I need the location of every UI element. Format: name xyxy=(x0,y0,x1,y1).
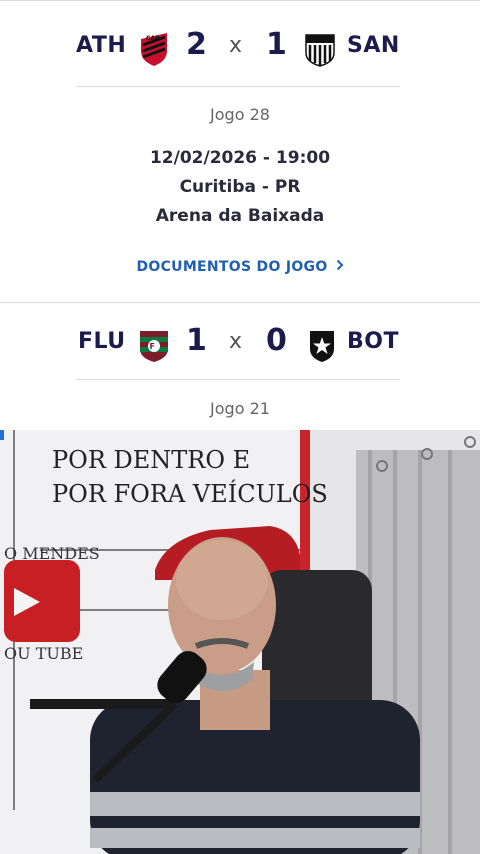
home-score: 1 xyxy=(186,323,207,358)
banner-line-2: POR FORA VEÍCULOS xyxy=(52,480,328,508)
scoreboard: FLU F 1 x 0 BOT xyxy=(0,315,480,375)
score-separator: x xyxy=(229,329,243,354)
match-city: Curitiba - PR xyxy=(179,177,301,197)
banner-side-text-1: O MENDES xyxy=(4,544,100,563)
game-number: Jogo 28 xyxy=(210,105,270,124)
scoreboard: ATH CAP 2 x 1 SAN xyxy=(0,19,480,79)
home-score: 2 xyxy=(186,27,207,62)
match-stadium: Arena da Baixada xyxy=(155,206,325,226)
svg-text:F: F xyxy=(150,342,155,351)
match-card-flu-bot[interactable]: FLU F 1 x 0 BOT Jogo 21 xyxy=(0,302,480,434)
divider xyxy=(76,379,400,380)
botafogo-crest-icon xyxy=(310,331,334,362)
away-score: 1 xyxy=(266,27,287,62)
video-overlay[interactable]: POR DENTRO E POR FORA VEÍCULOS O MENDES … xyxy=(0,430,480,854)
banner-side-text-2: OU TUBE xyxy=(4,644,84,663)
match-card-ath-san[interactable]: ATH CAP 2 x 1 SAN Jogo 28 12/02/2026 - 1… xyxy=(0,0,480,302)
score-separator: x xyxy=(229,33,243,58)
match-datetime: 12/02/2026 - 19:00 xyxy=(149,148,331,168)
home-team-abbr: ATH xyxy=(76,33,127,58)
athletico-crest-icon: CAP xyxy=(141,33,167,66)
away-team-abbr: SAN xyxy=(347,33,400,58)
game-number: Jogo 21 xyxy=(210,399,270,418)
home-team-abbr: FLU xyxy=(78,329,126,354)
santos-crest-icon xyxy=(305,34,335,67)
documents-link-label: DOCUMENTOS DO JOGO xyxy=(136,259,328,275)
svg-text:CAP: CAP xyxy=(146,35,160,42)
banner-line-1: POR DENTRO E xyxy=(52,446,251,474)
chevron-right-icon xyxy=(336,259,344,275)
away-score: 0 xyxy=(266,323,287,358)
divider xyxy=(76,86,400,87)
documents-link[interactable]: DOCUMENTOS DO JOGO xyxy=(0,259,480,275)
fluminense-crest-icon: F xyxy=(140,331,168,362)
away-team-abbr: BOT xyxy=(347,329,399,354)
